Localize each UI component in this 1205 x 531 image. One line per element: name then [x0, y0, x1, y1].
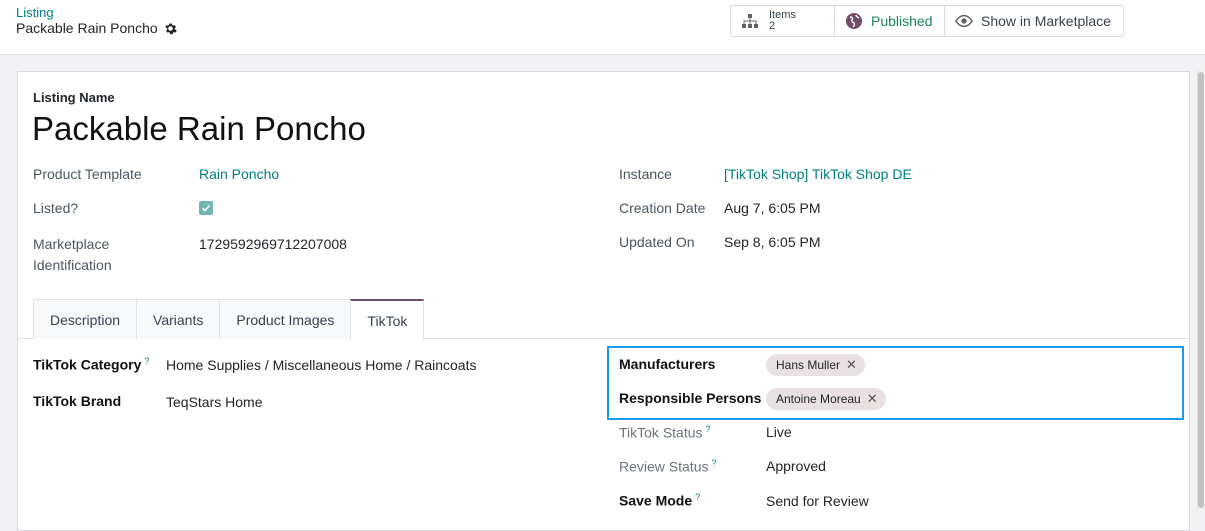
tiktok-brand-value[interactable]: TeqStars Home	[166, 394, 262, 410]
tab-variants[interactable]: Variants	[136, 299, 221, 339]
tab-product-images[interactable]: Product Images	[219, 299, 352, 339]
close-icon[interactable]: ✕	[846, 357, 857, 373]
breadcrumb-current-label: Packable Rain Poncho	[16, 20, 158, 36]
close-icon[interactable]: ✕	[867, 391, 878, 407]
published-smart-button[interactable]: Published	[835, 6, 945, 36]
marketplace-id-value: 1729592969712207008	[199, 236, 347, 252]
tiktok-brand-label: TikTok Brand	[33, 393, 122, 409]
manufacturer-tag-label: Hans Muller	[776, 358, 841, 372]
tiktok-status-label-text: TikTok Status	[619, 424, 703, 441]
listing-name-field[interactable]: Packable Rain Poncho	[32, 110, 366, 148]
updated-on-label: Updated On	[619, 234, 695, 250]
review-status-label: Review Status?	[619, 458, 717, 475]
items-count: 2	[769, 20, 776, 32]
marketplace-id-label-line1: Marketplace	[33, 236, 110, 252]
updated-on-value: Sep 8, 6:05 PM	[724, 234, 821, 250]
help-icon[interactable]: ?	[695, 492, 700, 502]
show-label: Show in Marketplace	[981, 13, 1111, 29]
hierarchy-icon	[741, 12, 759, 30]
tiktok-category-label: TikTok Category?	[33, 356, 149, 373]
save-mode-label: Save Mode?	[619, 492, 700, 509]
scrollbar-thumb[interactable]	[1198, 72, 1204, 508]
tab-description[interactable]: Description	[33, 299, 138, 339]
product-template-link[interactable]: Rain Poncho	[199, 166, 279, 182]
show-in-marketplace-button[interactable]: Show in Marketplace	[945, 6, 1123, 36]
help-icon[interactable]: ?	[706, 424, 711, 434]
listing-name-label: Listing Name	[33, 90, 115, 105]
instance-label: Instance	[619, 166, 672, 182]
instance-link[interactable]: [TikTok Shop] TikTok Shop DE	[724, 166, 912, 182]
tiktok-category-value[interactable]: Home Supplies / Miscellaneous Home / Rai…	[166, 357, 476, 373]
responsible-persons-label: Responsible Persons	[619, 390, 762, 406]
review-status-value: Approved	[766, 458, 826, 474]
control-panel: Listing Packable Rain Poncho Items 2 Pub…	[0, 0, 1205, 55]
help-icon[interactable]: ?	[144, 356, 149, 366]
smart-buttons: Items 2 Published Show in Marketplace	[730, 5, 1124, 37]
review-status-label-text: Review Status	[619, 458, 709, 475]
tab-tiktok[interactable]: TikTok	[350, 299, 425, 340]
tiktok-status-label: TikTok Status?	[619, 424, 711, 441]
manufacturers-label: Manufacturers	[619, 356, 716, 372]
eye-icon	[955, 12, 973, 30]
marketplace-id-label-line2: Identification	[33, 257, 112, 273]
listed-checkbox[interactable]	[199, 201, 213, 215]
tiktok-category-label-text: TikTok Category	[33, 356, 142, 373]
manufacturer-tag: Hans Muller ✕	[766, 354, 865, 376]
save-mode-value[interactable]: Send for Review	[766, 493, 869, 509]
help-icon[interactable]: ?	[711, 458, 716, 468]
save-mode-label-text: Save Mode	[619, 492, 693, 509]
responsible-person-tag-label: Antoine Moreau	[776, 392, 861, 406]
breadcrumb-parent-link[interactable]: Listing	[16, 5, 54, 20]
creation-date-value: Aug 7, 6:05 PM	[724, 200, 821, 216]
items-smart-button[interactable]: Items 2	[731, 6, 835, 36]
listed-label: Listed?	[33, 200, 79, 216]
items-stack: Items 2	[769, 10, 796, 32]
globe-icon	[845, 12, 863, 30]
marketplace-id-label: Marketplace Identification	[33, 234, 112, 276]
creation-date-label: Creation Date	[619, 200, 706, 216]
notebook-tabs: Description Variants Product Images TikT…	[33, 299, 425, 340]
breadcrumb-current: Packable Rain Poncho	[16, 20, 177, 36]
gear-icon[interactable]	[164, 22, 177, 35]
tiktok-status-value: Live	[766, 424, 792, 440]
published-label: Published	[871, 13, 933, 29]
responsible-person-tag: Antoine Moreau ✕	[766, 388, 886, 410]
product-template-label: Product Template	[33, 166, 142, 182]
